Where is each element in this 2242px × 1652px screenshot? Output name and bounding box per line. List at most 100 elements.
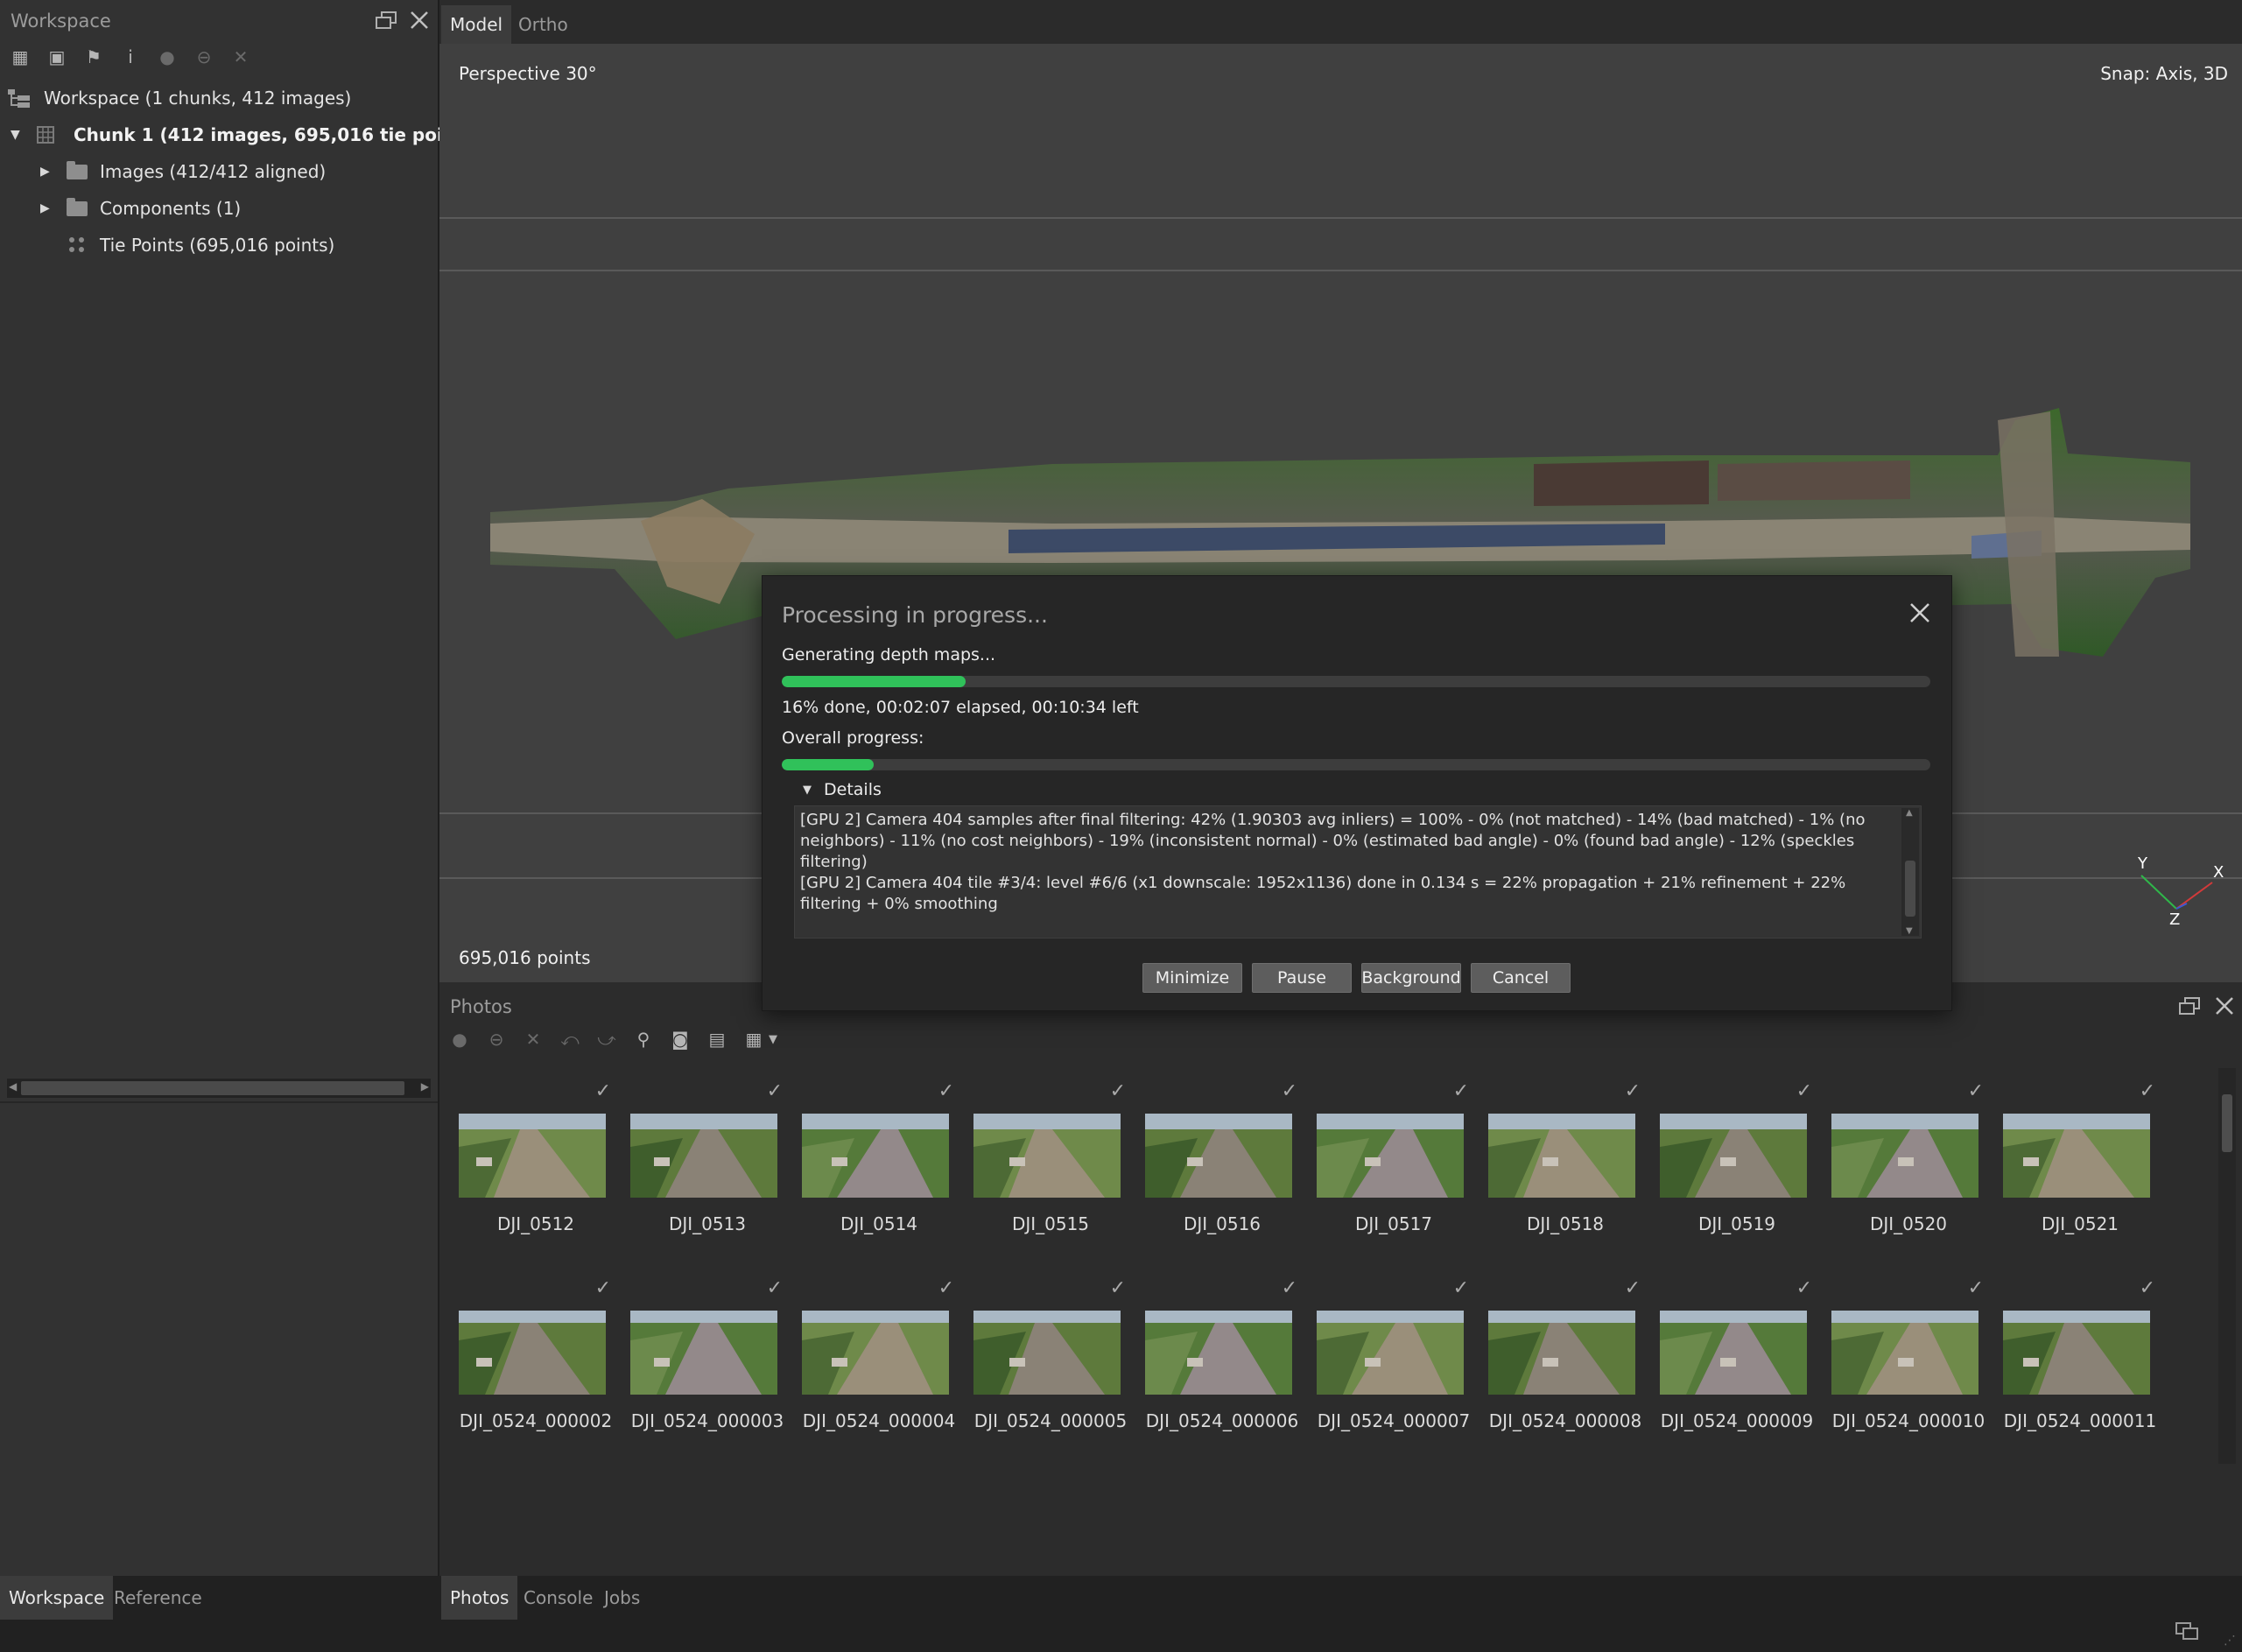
add-photos-icon[interactable]: ▣: [46, 46, 68, 68]
aerial-photo-image: [802, 1114, 949, 1198]
aerial-photo-image: [630, 1114, 777, 1198]
aligned-check-icon: ✓: [1624, 1080, 1641, 1102]
bottom-bar: [0, 1576, 2242, 1652]
enable-icon[interactable]: ●: [448, 1028, 471, 1051]
remove-icon[interactable]: ✕: [229, 46, 252, 68]
disable-icon[interactable]: ⊖: [485, 1028, 508, 1051]
enable-icon[interactable]: ●: [156, 46, 179, 68]
photo-thumbnail[interactable]: ✓ DJI_0517: [1308, 1080, 1479, 1273]
scrollbar-thumb[interactable]: [1905, 861, 1915, 917]
photo-preview: [1317, 1311, 1464, 1395]
disable-icon[interactable]: ⊖: [193, 46, 215, 68]
photo-thumbnail[interactable]: ✓ DJI_0524_000005: [965, 1277, 1136, 1464]
scroll-down-icon[interactable]: ▼: [1906, 926, 1913, 936]
tree-item-chunk[interactable]: ▼ Chunk 1 (412 images, 695,016 tie point…: [11, 117, 503, 152]
aerial-photo-image: [2003, 1311, 2150, 1395]
network-status-icon[interactable]: [2175, 1621, 2199, 1642]
aligned-check-icon: ✓: [2139, 1080, 2155, 1102]
photo-thumbnail[interactable]: ✓ DJI_0524_000007: [1308, 1277, 1479, 1464]
resize-grip-icon[interactable]: ⋰: [2224, 1634, 2236, 1648]
log-scrollbar[interactable]: ▲ ▼: [1901, 808, 1919, 936]
photo-thumbnail[interactable]: ✓ DJI_0516: [1136, 1080, 1308, 1273]
tree-item-components[interactable]: ▶ Components (1): [40, 191, 241, 226]
photo-thumbnail[interactable]: ✓ DJI_0524_000008: [1479, 1277, 1651, 1464]
scroll-left-icon[interactable]: ◀: [9, 1080, 17, 1093]
photo-label: DJI_0524_000008: [1488, 1410, 1642, 1431]
details-icon[interactable]: ▤: [706, 1028, 728, 1051]
aligned-check-icon: ✓: [938, 1277, 954, 1299]
add-scalebar-icon[interactable]: ⅰ: [119, 46, 142, 68]
scrollbar-thumb[interactable]: [2222, 1094, 2232, 1152]
photo-thumbnail[interactable]: ✓ DJI_0524_000011: [1994, 1277, 2166, 1464]
photo-thumbnail[interactable]: ✓ DJI_0521: [1994, 1080, 2166, 1273]
collapse-arrow-icon[interactable]: ▼: [11, 128, 23, 142]
expand-arrow-icon[interactable]: ▶: [40, 201, 53, 215]
aligned-check-icon: ✓: [766, 1080, 783, 1102]
rotate-left-icon[interactable]: ⤺: [559, 1028, 581, 1051]
aligned-check-icon: ✓: [1281, 1277, 1297, 1299]
tree-item-workspace[interactable]: Workspace (1 chunks, 412 images): [7, 81, 351, 116]
tab-console[interactable]: Console: [515, 1576, 601, 1620]
photo-thumbnail[interactable]: ✓ DJI_0513: [622, 1080, 793, 1273]
float-panel-icon[interactable]: [375, 11, 397, 30]
filter-icon[interactable]: ⚲: [632, 1028, 655, 1051]
scroll-up-icon[interactable]: ▲: [1906, 808, 1913, 818]
photos-toolbar: ● ⊖ ✕ ⤺ ⤻ ⚲ ◙ ▤ ▦ ▼: [448, 1028, 779, 1051]
tree-item-tie-points[interactable]: Tie Points (695,016 points): [67, 228, 334, 263]
view-mode-icon[interactable]: ▦: [742, 1028, 765, 1051]
workspace-horizontal-scrollbar[interactable]: ◀ ▶: [7, 1079, 431, 1098]
photo-thumbnail[interactable]: ✓ DJI_0514: [793, 1080, 965, 1273]
tab-jobs[interactable]: Jobs: [595, 1576, 649, 1620]
photo-thumbnail[interactable]: ✓ DJI_0524_000010: [1823, 1277, 1994, 1464]
tree-item-label: Images (412/412 aligned): [100, 161, 327, 182]
tab-ortho[interactable]: Ortho: [510, 5, 577, 44]
aerial-photo-image: [2003, 1114, 2150, 1198]
tree-item-images[interactable]: ▶ Images (412/412 aligned): [40, 154, 326, 189]
chevron-down-icon[interactable]: ▼: [767, 1028, 779, 1051]
photo-thumbnail[interactable]: ✓ DJI_0520: [1823, 1080, 1994, 1273]
aligned-check-icon: ✓: [1281, 1080, 1297, 1102]
photo-thumbnail[interactable]: ✓ DJI_0524_000002: [450, 1277, 622, 1464]
close-icon[interactable]: [1908, 601, 1932, 625]
details-log[interactable]: [GPU 2] Camera 404 samples after final f…: [794, 805, 1922, 938]
expand-arrow-icon[interactable]: ▶: [40, 165, 53, 179]
scroll-right-icon[interactable]: ▶: [421, 1080, 429, 1093]
photo-preview: [802, 1311, 949, 1395]
photo-thumbnail[interactable]: ✓ DJI_0512: [450, 1080, 622, 1273]
photo-thumbnail[interactable]: ✓ DJI_0524_000009: [1651, 1277, 1823, 1464]
details-toggle[interactable]: ▼ Details: [803, 780, 882, 799]
photo-thumbnail[interactable]: ✓ DJI_0524_000003: [622, 1277, 793, 1464]
photo-thumbnail[interactable]: ✓ DJI_0519: [1651, 1080, 1823, 1273]
photo-thumbnail[interactable]: ✓ DJI_0515: [965, 1080, 1136, 1273]
photo-thumbnail[interactable]: ✓ DJI_0524_000004: [793, 1277, 965, 1464]
add-chunk-icon[interactable]: ▦: [9, 46, 32, 68]
tab-reference[interactable]: Reference: [105, 1576, 211, 1620]
aerial-photo-image: [630, 1311, 777, 1395]
tab-workspace[interactable]: Workspace: [0, 1576, 114, 1620]
pause-button[interactable]: Pause: [1252, 963, 1352, 993]
close-panel-icon[interactable]: [408, 9, 431, 32]
rotate-right-icon[interactable]: ⤻: [595, 1028, 618, 1051]
tab-photos[interactable]: Photos: [441, 1576, 518, 1620]
photo-thumbnail[interactable]: ✓ DJI_0524_000006: [1136, 1277, 1308, 1464]
chunk-icon: [37, 126, 54, 144]
background-button[interactable]: Background: [1361, 963, 1461, 993]
scrollbar-thumb[interactable]: [21, 1081, 404, 1095]
photos-vertical-scrollbar[interactable]: [2218, 1068, 2236, 1464]
remove-icon[interactable]: ✕: [522, 1028, 545, 1051]
close-panel-icon[interactable]: [2213, 995, 2236, 1017]
dialog-title: Processing in progress...: [782, 602, 1048, 628]
photos-panel-title: Photos: [450, 996, 512, 1017]
add-markers-icon[interactable]: ⚑: [82, 46, 105, 68]
tab-model[interactable]: Model: [441, 5, 512, 44]
workspace-panel: Workspace ▦ ▣ ⚑ ⅰ ● ⊖ ✕ Workspace (1 chu…: [0, 0, 503, 1576]
cancel-button[interactable]: Cancel: [1471, 963, 1571, 993]
collapse-arrow-icon[interactable]: ▼: [803, 784, 812, 797]
float-panel-icon[interactable]: [2178, 996, 2201, 1016]
photo-thumbnail[interactable]: ✓ DJI_0518: [1479, 1080, 1651, 1273]
stage-status-label: 16% done, 00:02:07 elapsed, 00:10:34 lef…: [782, 698, 1139, 717]
tie-points-icon: [67, 235, 88, 255]
mask-icon[interactable]: ◙: [669, 1028, 692, 1051]
aerial-photo-image: [1145, 1114, 1292, 1198]
minimize-button[interactable]: Minimize: [1142, 963, 1242, 993]
